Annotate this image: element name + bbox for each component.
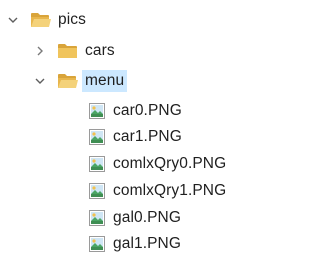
image-file-icon [88, 102, 106, 120]
chevron-down-icon[interactable] [6, 13, 20, 27]
folder-open-icon [57, 72, 79, 90]
file-tree: pics cars menu car0.PNG car1.PNG comlxQr… [0, 0, 251, 261]
folder-open-icon [30, 11, 52, 29]
image-file-icon [88, 155, 106, 173]
tree-item-file[interactable]: car1.PNG [88, 122, 182, 152]
chevron-down-icon[interactable] [33, 74, 47, 88]
tree-item-label: gal1.PNG [113, 235, 181, 252]
image-file-icon [88, 209, 106, 227]
image-file-icon [88, 182, 106, 200]
tree-item-label: menu [82, 70, 128, 92]
tree-item-pics[interactable]: pics [6, 5, 86, 35]
image-file-icon [88, 128, 106, 146]
tree-item-file[interactable]: gal1.PNG [88, 229, 181, 259]
tree-item-label: pics [58, 11, 86, 28]
tree-item-menu[interactable]: menu [33, 66, 128, 96]
tree-item-file[interactable]: comlxQry1.PNG [88, 176, 226, 206]
tree-item-file[interactable]: comlxQry0.PNG [88, 149, 226, 179]
tree-item-label: comlxQry1.PNG [113, 182, 227, 199]
tree-item-label: car1.PNG [113, 128, 182, 145]
chevron-right-icon[interactable] [33, 44, 47, 58]
folder-icon [57, 42, 79, 60]
tree-item-cars[interactable]: cars [33, 36, 115, 66]
image-file-icon [88, 235, 106, 253]
tree-item-label: comlxQry0.PNG [113, 155, 227, 172]
tree-item-label: cars [85, 42, 115, 59]
